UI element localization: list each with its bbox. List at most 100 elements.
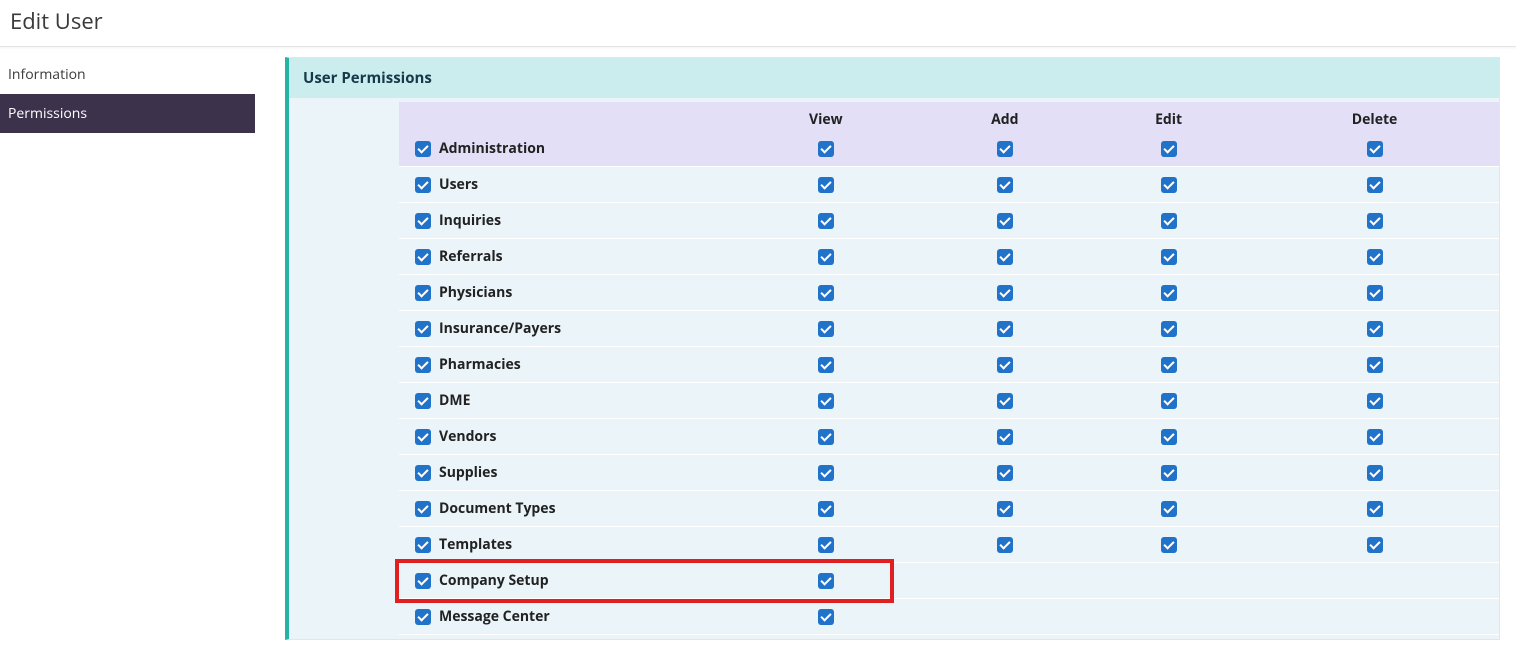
checkbox-edit[interactable] — [1161, 501, 1177, 517]
permission-row: Supplies — [399, 455, 1499, 491]
checkbox-view[interactable] — [818, 537, 834, 553]
checkbox-add[interactable] — [997, 321, 1013, 337]
permission-row-label: DME — [439, 391, 470, 410]
checkbox-add[interactable] — [997, 465, 1013, 481]
checkbox-view[interactable] — [818, 357, 834, 373]
checkbox-delete[interactable] — [1367, 501, 1383, 517]
permission-row-label: Pharmacies — [439, 355, 521, 374]
permission-row: Company Setup — [399, 563, 1499, 599]
col-header-delete: Delete — [1250, 102, 1499, 131]
checkbox-delete[interactable] — [1367, 141, 1383, 157]
checkbox-row-toggle[interactable] — [415, 465, 431, 481]
checkbox-add[interactable] — [997, 141, 1013, 157]
checkbox-delete[interactable] — [1367, 465, 1383, 481]
checkbox-add[interactable] — [997, 501, 1013, 517]
permission-row-label: Vendors — [439, 427, 496, 446]
checkbox-delete[interactable] — [1367, 393, 1383, 409]
checkbox-edit[interactable] — [1161, 537, 1177, 553]
permission-row: Document Types — [399, 491, 1499, 527]
checkbox-delete[interactable] — [1367, 321, 1383, 337]
checkbox-row-toggle[interactable] — [415, 141, 431, 157]
checkbox-edit[interactable] — [1161, 177, 1177, 193]
permission-row-label: Users — [439, 175, 478, 194]
checkbox-row-toggle[interactable] — [415, 249, 431, 265]
page-title: Edit User — [10, 6, 1506, 36]
panel-title: User Permissions — [289, 58, 1499, 98]
col-header-view: View — [729, 102, 923, 131]
checkbox-edit[interactable] — [1161, 213, 1177, 229]
checkbox-edit[interactable] — [1161, 429, 1177, 445]
checkbox-add[interactable] — [997, 177, 1013, 193]
checkbox-edit[interactable] — [1161, 321, 1177, 337]
checkbox-delete[interactable] — [1367, 357, 1383, 373]
checkbox-edit[interactable] — [1161, 357, 1177, 373]
permission-row: Users — [399, 167, 1499, 203]
permission-row: DME — [399, 383, 1499, 419]
sidebar-item-label: Permissions — [8, 104, 87, 123]
permission-row: Insurance/Payers — [399, 311, 1499, 347]
checkbox-edit[interactable] — [1161, 285, 1177, 301]
checkbox-view[interactable] — [818, 573, 834, 589]
checkbox-view[interactable] — [818, 465, 834, 481]
permissions-panel: User Permissions View Add Edit Delete — [285, 57, 1500, 640]
checkbox-row-toggle[interactable] — [415, 537, 431, 553]
permission-row-label: Message Center — [439, 607, 550, 626]
checkbox-edit[interactable] — [1161, 141, 1177, 157]
permission-row-label: Company Setup — [439, 571, 549, 590]
checkbox-view[interactable] — [818, 393, 834, 409]
checkbox-row-toggle[interactable] — [415, 285, 431, 301]
checkbox-view[interactable] — [818, 213, 834, 229]
checkbox-add[interactable] — [997, 249, 1013, 265]
checkbox-delete[interactable] — [1367, 249, 1383, 265]
checkbox-edit[interactable] — [1161, 249, 1177, 265]
col-header-add: Add — [923, 102, 1088, 131]
permission-row: Administration — [399, 131, 1499, 167]
checkbox-row-toggle[interactable] — [415, 357, 431, 373]
checkbox-edit[interactable] — [1161, 465, 1177, 481]
checkbox-view[interactable] — [818, 321, 834, 337]
sidebar: Information Permissions — [0, 47, 255, 133]
checkbox-edit[interactable] — [1161, 393, 1177, 409]
checkbox-view[interactable] — [818, 141, 834, 157]
checkbox-row-toggle[interactable] — [415, 573, 431, 589]
checkbox-view[interactable] — [818, 285, 834, 301]
checkbox-delete[interactable] — [1367, 429, 1383, 445]
permission-row-label: Insurance/Payers — [439, 319, 561, 338]
permission-row-label: Physicians — [439, 283, 512, 302]
checkbox-row-toggle[interactable] — [415, 321, 431, 337]
permissions-table: View Add Edit Delete Administration Users… — [399, 102, 1499, 635]
checkbox-add[interactable] — [997, 285, 1013, 301]
checkbox-view[interactable] — [818, 177, 834, 193]
checkbox-add[interactable] — [997, 393, 1013, 409]
checkbox-delete[interactable] — [1367, 213, 1383, 229]
checkbox-view[interactable] — [818, 501, 834, 517]
checkbox-delete[interactable] — [1367, 177, 1383, 193]
checkbox-add[interactable] — [997, 537, 1013, 553]
checkbox-row-toggle[interactable] — [415, 393, 431, 409]
permission-row: Physicians — [399, 275, 1499, 311]
permission-row: Inquiries — [399, 203, 1499, 239]
permission-row-label: Supplies — [439, 463, 497, 482]
permission-row-label: Document Types — [439, 499, 556, 518]
checkbox-row-toggle[interactable] — [415, 429, 431, 445]
permission-row: Vendors — [399, 419, 1499, 455]
checkbox-row-toggle[interactable] — [415, 213, 431, 229]
sidebar-item-information[interactable]: Information — [0, 55, 255, 94]
checkbox-row-toggle[interactable] — [415, 501, 431, 517]
checkbox-delete[interactable] — [1367, 285, 1383, 301]
checkbox-add[interactable] — [997, 213, 1013, 229]
permission-row: Message Center — [399, 599, 1499, 635]
checkbox-row-toggle[interactable] — [415, 609, 431, 625]
checkbox-view[interactable] — [818, 429, 834, 445]
checkbox-add[interactable] — [997, 357, 1013, 373]
col-header-edit: Edit — [1087, 102, 1250, 131]
checkbox-view[interactable] — [818, 609, 834, 625]
checkbox-row-toggle[interactable] — [415, 177, 431, 193]
permission-row-label: Administration — [439, 139, 545, 158]
sidebar-item-label: Information — [8, 65, 86, 84]
checkbox-view[interactable] — [818, 249, 834, 265]
permission-row: Referrals — [399, 239, 1499, 275]
checkbox-delete[interactable] — [1367, 537, 1383, 553]
checkbox-add[interactable] — [997, 429, 1013, 445]
sidebar-item-permissions[interactable]: Permissions — [0, 94, 255, 133]
